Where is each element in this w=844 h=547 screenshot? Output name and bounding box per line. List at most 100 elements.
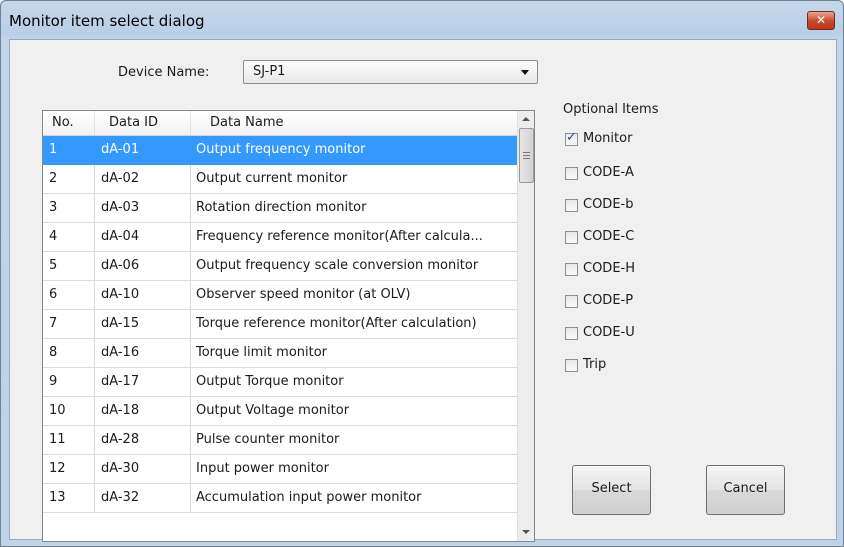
row-number: 11 — [49, 432, 66, 447]
scroll-up-button[interactable] — [518, 111, 534, 128]
dialog-body: Device Name: SJ-P1 No. Data ID Data Name… — [9, 39, 837, 542]
row-number: 7 — [49, 316, 58, 331]
grid-line — [94, 136, 95, 164]
grip-line — [523, 152, 530, 153]
row-data-name: Torque limit monitor — [196, 345, 328, 360]
row-data-id: dA-02 — [101, 171, 140, 186]
column-divider[interactable] — [94, 111, 95, 135]
checkbox-label: Monitor — [583, 131, 633, 146]
checkbox[interactable] — [565, 263, 578, 276]
row-data-id: dA-10 — [101, 287, 140, 302]
checkbox-label: CODE-b — [583, 197, 634, 212]
row-data-name: Input power monitor — [196, 461, 329, 476]
column-header-no[interactable]: No. — [52, 115, 74, 130]
grid-line — [190, 136, 191, 164]
row-number: 1 — [49, 142, 58, 157]
grid-line — [190, 165, 191, 193]
grid-line — [190, 252, 191, 280]
column-divider[interactable] — [190, 111, 191, 135]
row-data-id: dA-03 — [101, 200, 140, 215]
row-data-name: Output Voltage monitor — [196, 403, 350, 418]
dialog-window: Monitor item select dialog ✕ Device Name… — [0, 0, 844, 547]
option-trip[interactable]: Trip — [565, 357, 685, 374]
row-data-name: Frequency reference monitor(After calcul… — [196, 229, 483, 244]
option-code-p[interactable]: CODE-P — [565, 293, 685, 310]
checkbox[interactable] — [565, 327, 578, 340]
device-name-dropdown[interactable]: SJ-P1 — [243, 60, 538, 84]
dialog-title: Monitor item select dialog — [9, 12, 205, 30]
table-row[interactable]: 4 dA-04 Frequency reference monitor(After … — [43, 223, 517, 252]
select-button[interactable]: Select — [572, 465, 651, 515]
table-row[interactable]: 12 dA-30 Input power monitor — [43, 455, 517, 484]
grid-line — [190, 455, 191, 483]
table-row[interactable]: 6 dA-10 Observer speed monitor (at OLV) — [43, 281, 517, 310]
scroll-down-button[interactable] — [518, 524, 534, 541]
column-header-data-id[interactable]: Data ID — [109, 115, 158, 130]
grid-line — [94, 252, 95, 280]
device-name-value: SJ-P1 — [253, 64, 286, 79]
checkbox-label: CODE-P — [583, 293, 634, 308]
grid-line — [94, 426, 95, 454]
table-row[interactable]: 9 dA-17 Output Torque monitor — [43, 368, 517, 397]
row-data-id: dA-01 — [101, 142, 140, 157]
grid-line — [94, 194, 95, 222]
row-data-name: Pulse counter monitor — [196, 432, 340, 447]
checkbox[interactable] — [565, 167, 578, 180]
checkbox-label: CODE-U — [583, 325, 635, 340]
grid-line — [190, 484, 191, 512]
grid-line — [190, 281, 191, 309]
grid-line — [94, 310, 95, 338]
option-code-c[interactable]: CODE-C — [565, 229, 685, 246]
row-number: 4 — [49, 229, 58, 244]
table-row[interactable]: 11 dA-28 Pulse counter monitor — [43, 426, 517, 455]
grid-line — [190, 310, 191, 338]
option-monitor[interactable]: Monitor — [565, 130, 685, 148]
monitor-item-list[interactable]: No. Data ID Data Name 1 dA-01 Output frequ… — [42, 110, 535, 542]
scroll-thumb[interactable] — [519, 128, 534, 183]
row-data-name: Observer speed monitor (at OLV) — [196, 287, 411, 302]
grid-line — [94, 281, 95, 309]
list-rows: 1 dA-01 Output frequency monitor 2 dA-02 Outp… — [43, 136, 517, 513]
row-data-id: dA-15 — [101, 316, 140, 331]
checkbox[interactable] — [565, 359, 578, 372]
list-header: No. Data ID Data Name — [43, 111, 517, 136]
checkbox-label: CODE-A — [583, 165, 634, 180]
title-bar[interactable]: Monitor item select dialog ✕ — [1, 1, 843, 39]
row-number: 3 — [49, 200, 58, 215]
table-row[interactable]: 10 dA-18 Output Voltage monitor — [43, 397, 517, 426]
checkbox-label: CODE-C — [583, 229, 635, 244]
grid-line — [94, 455, 95, 483]
option-code-a[interactable]: CODE-A — [565, 165, 685, 182]
column-header-data-name[interactable]: Data Name — [210, 115, 284, 130]
row-number: 12 — [49, 461, 66, 476]
checkbox[interactable] — [565, 199, 578, 212]
grip-line — [523, 155, 530, 156]
grid-line — [94, 368, 95, 396]
grid-line — [190, 339, 191, 367]
table-row[interactable]: 5 dA-06 Output frequency scale conversion … — [43, 252, 517, 281]
checkbox[interactable] — [565, 295, 578, 308]
table-row[interactable]: 13 dA-32 Accumulation input power monitor — [43, 484, 517, 513]
row-data-name: Torque reference monitor(After calculati… — [196, 316, 477, 331]
close-button[interactable]: ✕ — [807, 11, 835, 30]
table-row[interactable]: 8 dA-16 Torque limit monitor — [43, 339, 517, 368]
table-row[interactable]: 2 dA-02 Output current monitor — [43, 165, 517, 194]
vertical-scrollbar[interactable] — [517, 111, 534, 541]
checkbox[interactable] — [565, 130, 578, 146]
table-row[interactable]: 1 dA-01 Output frequency monitor — [43, 136, 517, 165]
table-row[interactable]: 3 dA-03 Rotation direction monitor — [43, 194, 517, 223]
option-code-u[interactable]: CODE-U — [565, 325, 685, 342]
arrow-up-icon — [522, 117, 530, 121]
grid-line — [190, 194, 191, 222]
row-number: 8 — [49, 345, 58, 360]
table-row[interactable]: 7 dA-15 Torque reference monitor(After cal… — [43, 310, 517, 339]
option-code-h[interactable]: CODE-H — [565, 261, 685, 278]
grid-line — [94, 165, 95, 193]
checkbox[interactable] — [565, 231, 578, 244]
row-data-id: dA-30 — [101, 461, 140, 476]
cancel-button[interactable]: Cancel — [706, 465, 785, 515]
row-data-id: dA-06 — [101, 258, 140, 273]
grid-line — [94, 397, 95, 425]
device-name-label: Device Name: — [118, 65, 210, 80]
option-code-b[interactable]: CODE-b — [565, 197, 685, 214]
